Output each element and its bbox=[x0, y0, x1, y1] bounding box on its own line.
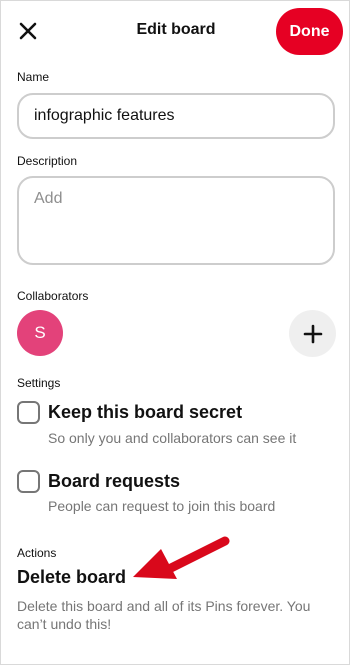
secret-title: Keep this board secret bbox=[48, 402, 243, 422]
screen-frame: Edit board Done Name infographic feature… bbox=[0, 0, 350, 665]
avatar[interactable]: S bbox=[17, 310, 63, 356]
secret-description: So only you and collaborators can see it bbox=[48, 430, 297, 446]
delete-board-button[interactable]: Delete board bbox=[17, 567, 126, 588]
delete-board-description: Delete this board and all of its Pins fo… bbox=[17, 598, 311, 632]
collaborators-label: Collaborators bbox=[17, 289, 89, 303]
header: Edit board Done bbox=[1, 1, 350, 63]
board-requests-title: Board requests bbox=[48, 471, 181, 491]
name-label: Name bbox=[17, 70, 50, 84]
name-field[interactable]: infographic features bbox=[17, 93, 335, 139]
plus-icon bbox=[303, 324, 322, 343]
actions-label: Actions bbox=[17, 546, 57, 560]
board-requests-description: People can request to join this board bbox=[48, 498, 276, 514]
description-field[interactable]: Add bbox=[17, 176, 335, 265]
description-label: Description bbox=[17, 154, 78, 168]
avatar-initial: S bbox=[34, 323, 46, 342]
board-requests-checkbox[interactable] bbox=[17, 470, 40, 493]
settings-label: Settings bbox=[17, 376, 61, 390]
name-value: infographic features bbox=[34, 107, 175, 124]
done-button[interactable]: Done bbox=[276, 8, 343, 55]
secret-checkbox[interactable] bbox=[17, 401, 40, 424]
annotation-arrow-icon bbox=[133, 536, 230, 579]
description-placeholder: Add bbox=[34, 190, 63, 207]
add-collaborator-button[interactable] bbox=[289, 310, 336, 357]
